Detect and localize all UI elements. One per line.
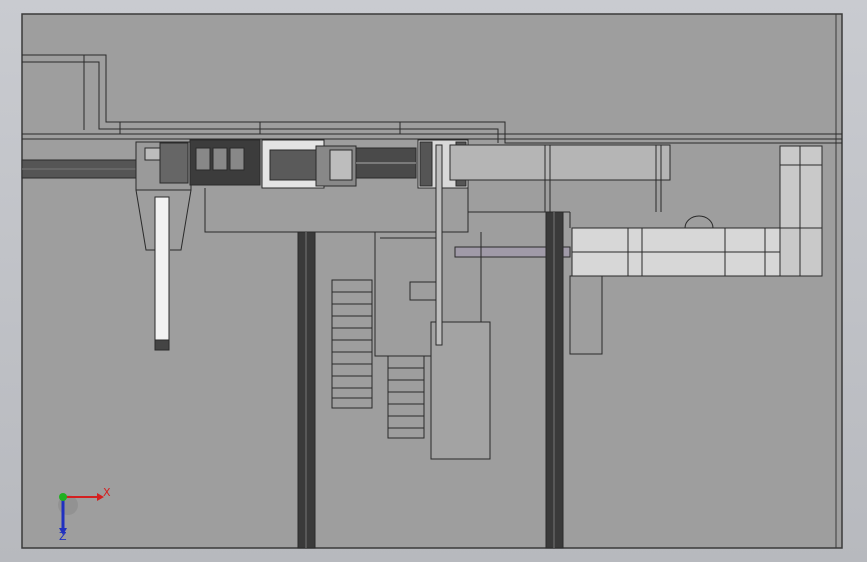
graphics-viewport[interactable] [0,0,867,562]
cad-application: X Z [0,0,867,562]
triad-x-label: X [103,486,111,499]
triad-z-label: Z [59,530,67,543]
machine-line [159,139,469,189]
vertical-conveyor-right [545,211,564,549]
vertical-conveyor-left [297,231,316,549]
triad-y-axis [59,493,67,501]
left-grated-conveyor [21,159,138,179]
drawing-sheet [21,13,843,549]
